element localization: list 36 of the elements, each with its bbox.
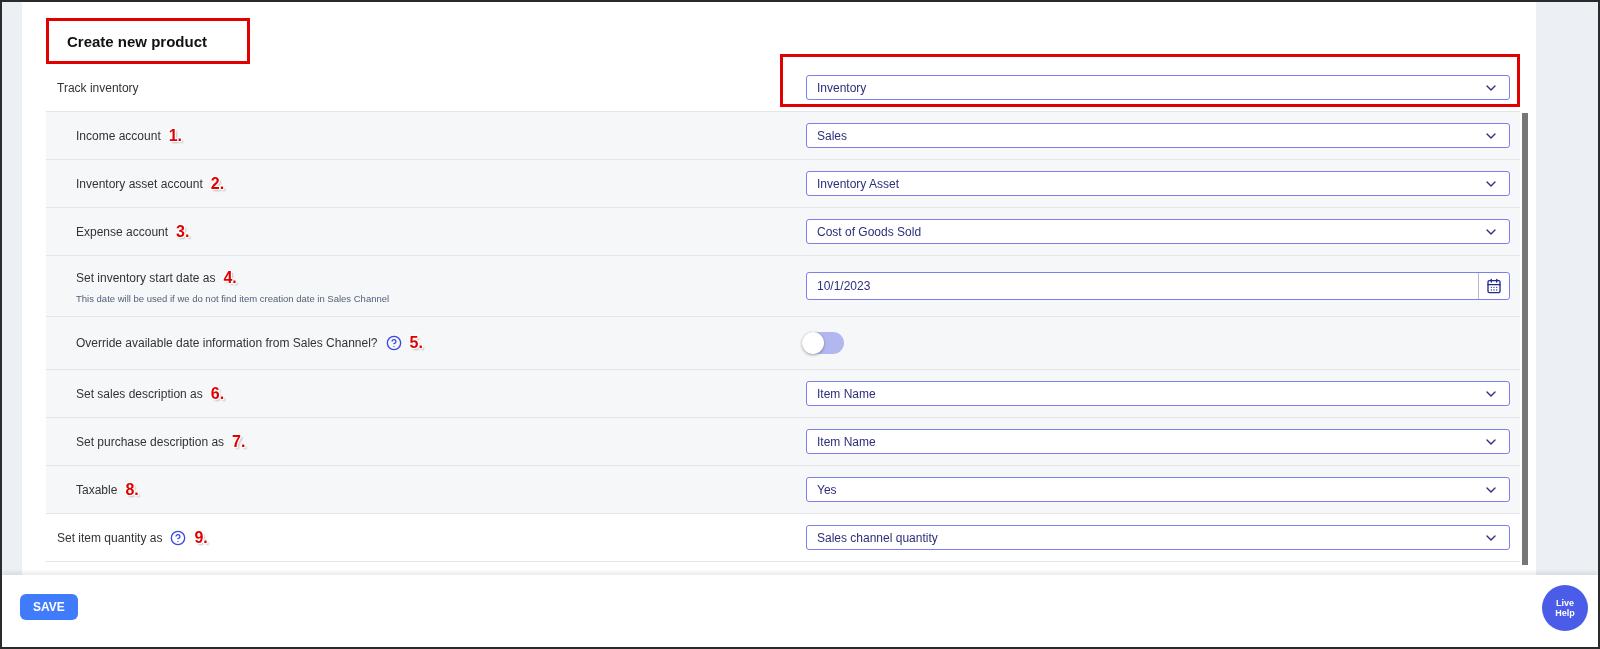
date-field[interactable]: 10/1/2023 — [806, 272, 1510, 300]
annotation-number: 1. — [168, 126, 183, 145]
field-label: Override available date information from Sales Channel? — [76, 336, 378, 350]
dropdown[interactable]: Cost of Goods Sold — [806, 219, 1510, 244]
toggle-switch[interactable] — [802, 332, 844, 354]
annotation-number: 5. — [409, 334, 423, 352]
annotation-number: 3. — [176, 222, 190, 241]
dropdown[interactable]: Item Name — [806, 429, 1510, 454]
dropdown[interactable]: Sales — [806, 123, 1510, 148]
field-label: Inventory asset account — [76, 176, 203, 191]
field-label: Expense account — [76, 224, 169, 239]
annotation-number: 2. — [210, 174, 225, 193]
field-label: Set inventory start date as — [76, 270, 216, 285]
annotation-number: 9. — [194, 528, 208, 547]
field-label: Track inventory — [57, 80, 139, 95]
dropdown[interactable]: Sales channel quantity — [806, 525, 1510, 550]
dropdown[interactable]: Inventory Asset — [806, 171, 1510, 196]
annotation-number: 7. — [232, 432, 246, 451]
field-hint: This date will be used if we do not find item creation date in Sales Channel — [76, 292, 391, 304]
field-label: Set item quantity as — [57, 530, 163, 545]
dropdown[interactable]: Inventory — [806, 75, 1510, 100]
dropdown[interactable]: Yes — [806, 477, 1510, 502]
field-label: Set purchase description as — [76, 434, 225, 449]
help-icon[interactable] — [170, 529, 187, 546]
annotation-number: 8. — [125, 480, 139, 499]
annotation-number: 6. — [210, 384, 225, 403]
field-label: Income account — [76, 128, 161, 143]
calendar-icon — [1486, 278, 1502, 294]
page-title: Create new product — [46, 18, 251, 64]
field-label: Taxable — [76, 482, 118, 497]
save-button[interactable]: SAVE — [20, 594, 78, 620]
help-icon[interactable] — [385, 335, 402, 351]
annotation-number: 4. — [223, 268, 237, 287]
field-label: Set sales description as — [76, 386, 203, 401]
scrollbar[interactable] — [1522, 113, 1528, 565]
dropdown[interactable]: Item Name — [806, 381, 1510, 406]
